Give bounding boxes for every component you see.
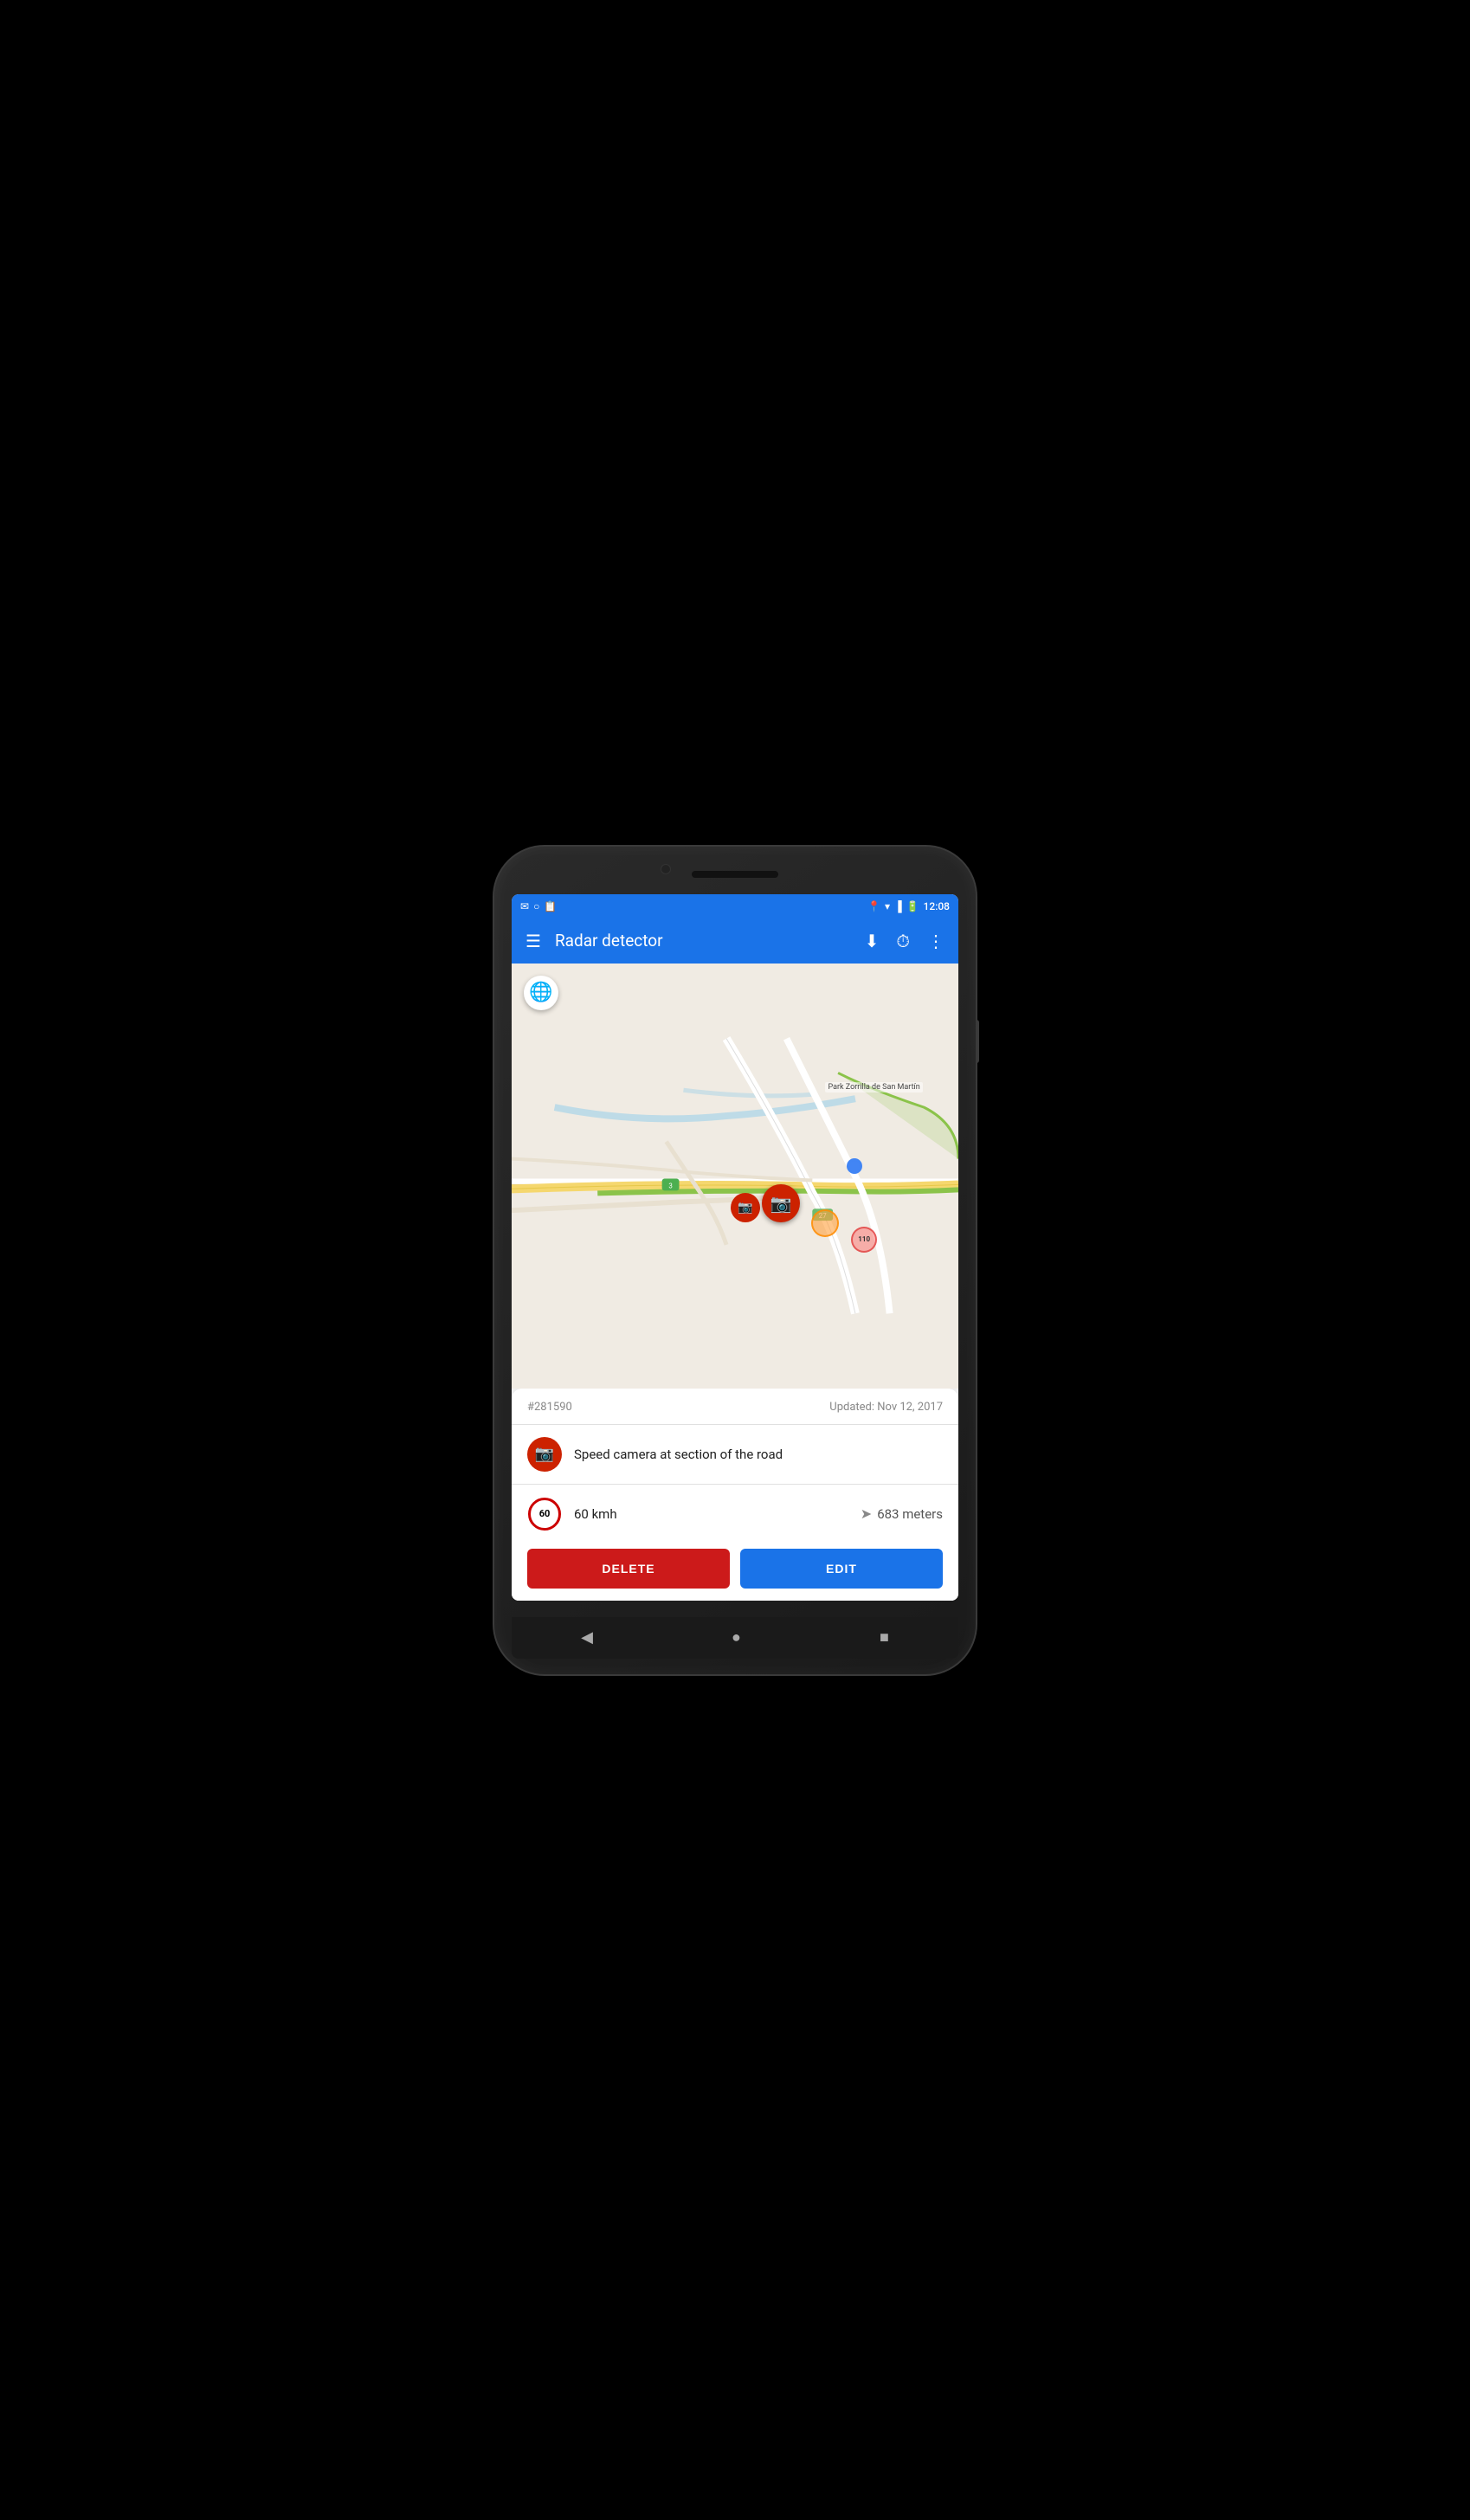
time-display: 12:08 <box>924 900 950 912</box>
speed-camera-marker-small[interactable]: 📷 <box>731 1193 760 1222</box>
map-svg: 27 3 <box>512 964 958 1389</box>
card-header: #281590 Updated: Nov 12, 2017 <box>527 1401 943 1414</box>
phone-device: ✉ ○ 📋 📍 ▾ ▐ 🔋 12:08 ☰ Radar detector ⬇ ⏱… <box>493 845 977 1676</box>
warning-marker[interactable] <box>811 1209 839 1237</box>
app-title: Radar detector <box>555 931 851 951</box>
status-icons-left: ✉ ○ 📋 <box>520 900 557 912</box>
edit-button[interactable]: EDIT <box>740 1549 943 1589</box>
volume-button <box>976 1020 979 1063</box>
phone-screen: ✉ ○ 📋 📍 ▾ ▐ 🔋 12:08 ☰ Radar detector ⬇ ⏱… <box>512 894 958 1601</box>
location-icon: 📍 <box>867 900 880 912</box>
phone-speaker <box>692 871 778 878</box>
globe-icon: 🌐 <box>529 982 552 1003</box>
distance-label: 683 meters <box>877 1506 943 1522</box>
menu-icon[interactable]: ☰ <box>522 927 545 955</box>
clipboard-icon: 📋 <box>544 900 557 912</box>
updated-date: Updated: Nov 12, 2017 <box>829 1401 943 1414</box>
info-card: #281590 Updated: Nov 12, 2017 📷 Speed ca… <box>512 1389 958 1601</box>
status-bar: ✉ ○ 📋 📍 ▾ ▐ 🔋 12:08 <box>512 894 958 918</box>
distance-container: ➤ 683 meters <box>861 1505 943 1522</box>
park-label: Park Zorrilla de San Martín <box>825 1082 922 1092</box>
speed-row: 60 60 kmh ➤ 683 meters <box>527 1485 943 1544</box>
camera-icon: 📷 <box>535 1445 554 1463</box>
phone-camera <box>661 864 671 874</box>
camera-icon-container: 📷 <box>527 1437 562 1472</box>
speed-limit-marker[interactable]: 110 <box>851 1227 877 1253</box>
signal-icon: ▐ <box>894 900 902 912</box>
recents-button[interactable]: ■ <box>880 1628 889 1647</box>
svg-text:3: 3 <box>668 1182 672 1189</box>
back-button[interactable]: ◀ <box>581 1628 593 1647</box>
speed-limit-sign: 60 <box>528 1498 561 1531</box>
camera-id: #281590 <box>527 1401 572 1414</box>
delete-button[interactable]: DELETE <box>527 1549 730 1589</box>
card-actions: DELETE EDIT <box>527 1544 943 1589</box>
battery-icon: 🔋 <box>906 900 919 912</box>
camera-description: Speed camera at section of the road <box>574 1447 943 1462</box>
more-options-icon[interactable]: ⋮ <box>924 927 948 955</box>
camera-small-icon: 📷 <box>738 1201 752 1215</box>
navigation-icon: ➤ <box>861 1505 872 1522</box>
map-background: 27 3 🌐 Park Zorrilla de San Martín <box>512 964 958 1389</box>
camera-badge: 📷 <box>527 1437 562 1472</box>
clock-icon[interactable]: ⏱ <box>893 927 913 955</box>
map-type-button[interactable]: 🌐 <box>524 976 558 1010</box>
app-bar: ☰ Radar detector ⬇ ⏱ ⋮ <box>512 918 958 964</box>
camera-main-icon: 📷 <box>770 1193 792 1214</box>
wifi-icon: ▾ <box>885 900 890 912</box>
status-icons-right: 📍 ▾ ▐ 🔋 12:08 <box>867 900 950 912</box>
speed-label: 60 kmh <box>574 1506 617 1522</box>
description-row: 📷 Speed camera at section of the road <box>527 1425 943 1484</box>
download-icon[interactable]: ⬇ <box>861 927 883 955</box>
map-area[interactable]: 27 3 🌐 Park Zorrilla de San Martín <box>512 964 958 1389</box>
speed-camera-marker-main[interactable]: 📷 <box>762 1184 800 1222</box>
circle-icon: ○ <box>533 900 539 912</box>
gmail-icon: ✉ <box>520 900 529 912</box>
home-button[interactable]: ● <box>732 1628 741 1647</box>
phone-nav-bar: ◀ ● ■ <box>512 1617 958 1659</box>
speed-sign-value: 60 <box>539 1509 551 1518</box>
speed-sign-container: 60 <box>527 1497 562 1531</box>
